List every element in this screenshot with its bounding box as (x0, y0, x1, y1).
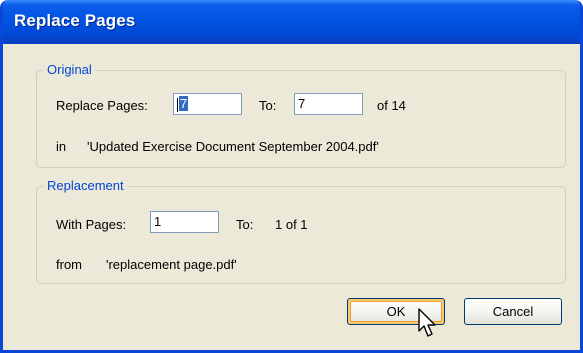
replace-pages-dialog: Replace Pages Original Replace Pages: 7 … (0, 0, 583, 353)
replace-from-page-input[interactable]: 7 (173, 93, 242, 115)
replacement-legend: Replacement (43, 178, 128, 193)
replace-pages-label: Replace Pages: (56, 98, 148, 113)
with-pages-label: With Pages: (56, 217, 127, 232)
text-caret (177, 97, 178, 112)
replace-to-label: To: (259, 98, 277, 113)
page-count-label: of 14 (377, 98, 406, 113)
original-legend: Original (43, 62, 96, 77)
mouse-pointer-icon (418, 308, 436, 337)
with-pages-input[interactable]: 1 (150, 211, 219, 233)
in-label: in (56, 139, 67, 154)
replace-to-page-value: 7 (298, 96, 306, 111)
replacement-to-value: 1 of 1 (275, 217, 308, 232)
replace-to-page-input[interactable]: 7 (294, 93, 363, 115)
cancel-button[interactable]: Cancel (464, 298, 562, 325)
dialog-title: Replace Pages (14, 11, 136, 30)
with-pages-value: 1 (154, 214, 162, 229)
original-document-name: 'Updated Exercise Document September 200… (87, 139, 379, 154)
replace-from-page-value: 7 (179, 96, 189, 111)
title-bar[interactable]: Replace Pages (3, 0, 580, 44)
replacement-file-name: 'replacement page.pdf' (106, 257, 237, 272)
replacement-to-label: To: (236, 217, 254, 232)
from-label: from (56, 257, 82, 272)
